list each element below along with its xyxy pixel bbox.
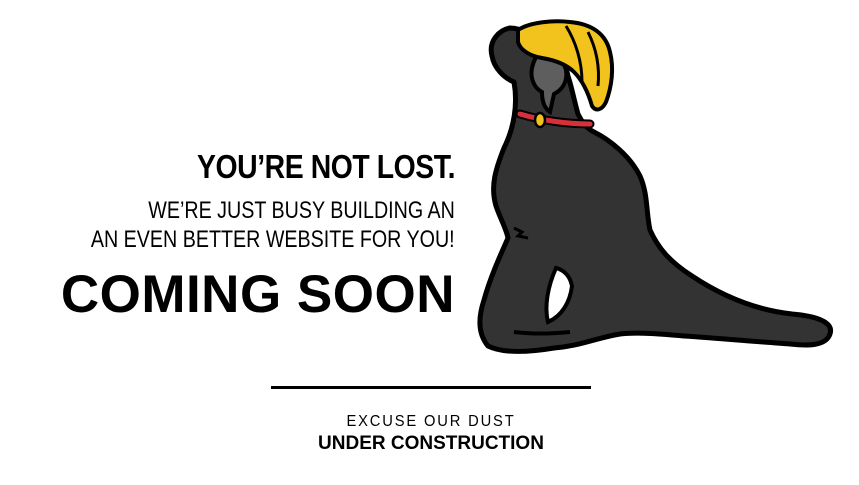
- under-construction-text: UNDER CONSTRUCTION: [318, 433, 544, 454]
- building-message-line-1: WE’RE JUST BUSY BUILDING AN: [148, 197, 455, 224]
- front-paw-line: [513, 330, 571, 336]
- collar-tag: [533, 111, 547, 129]
- divider: [271, 386, 591, 389]
- building-message-line-2: AN EVEN BETTER WEBSITE FOR YOU!: [91, 226, 455, 253]
- not-lost-heading: YOU’RE NOT LOST.: [196, 148, 455, 185]
- excuse-our-dust-text: EXCUSE OUR DUST: [346, 413, 516, 430]
- coming-soon-heading: COMING SOON: [60, 265, 455, 324]
- dog-illustration: [470, 16, 845, 361]
